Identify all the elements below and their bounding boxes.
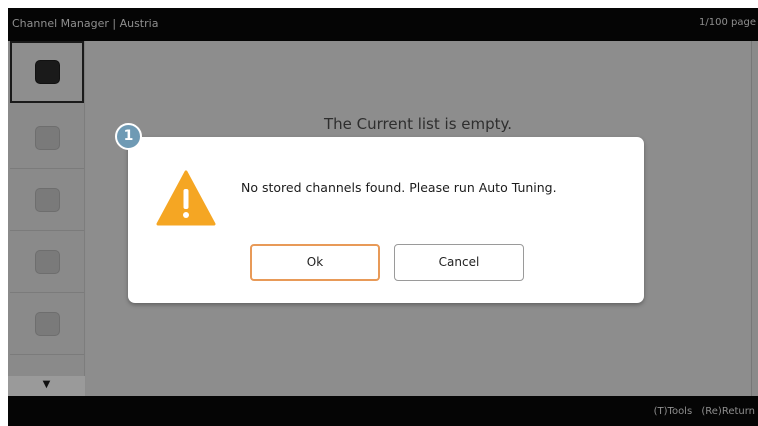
screen-title: Channel Manager | Austria xyxy=(12,17,159,30)
channel-slot-2[interactable] xyxy=(10,107,84,169)
channel-slot-1[interactable] xyxy=(10,41,84,103)
tools-hint: (T)Tools xyxy=(653,406,693,417)
footer-bar: (T)Tools (Re)Return xyxy=(8,396,758,426)
scroll-down-icon[interactable]: ▼ xyxy=(8,376,85,396)
dialog-message: No stored channels found. Please run Aut… xyxy=(241,180,557,195)
key-hints: (T)Tools (Re)Return xyxy=(648,406,755,417)
slot-square-icon xyxy=(35,188,60,212)
header-bar: Channel Manager | Austria 1/100 page xyxy=(8,8,758,41)
ok-button[interactable]: Ok xyxy=(250,244,380,281)
slot-square-icon xyxy=(35,312,60,336)
channel-slot-4[interactable] xyxy=(10,231,84,293)
channel-slot-column: ▼ xyxy=(8,41,85,396)
slot-square-icon xyxy=(35,126,60,150)
warning-triangle-icon xyxy=(156,170,216,226)
channel-slot-3[interactable] xyxy=(10,169,84,231)
scrollbar-track xyxy=(751,41,758,396)
return-hint: (Re)Return xyxy=(701,406,755,417)
step-number-badge: 1 xyxy=(115,123,142,150)
slot-square-icon xyxy=(35,60,60,84)
page-indicator: 1/100 page xyxy=(699,17,756,28)
empty-list-message: The Current list is empty. xyxy=(323,115,513,133)
channel-slot-5[interactable] xyxy=(10,293,84,355)
no-channels-dialog: No stored channels found. Please run Aut… xyxy=(128,137,644,303)
cancel-button[interactable]: Cancel xyxy=(394,244,524,281)
slot-square-icon xyxy=(35,250,60,274)
